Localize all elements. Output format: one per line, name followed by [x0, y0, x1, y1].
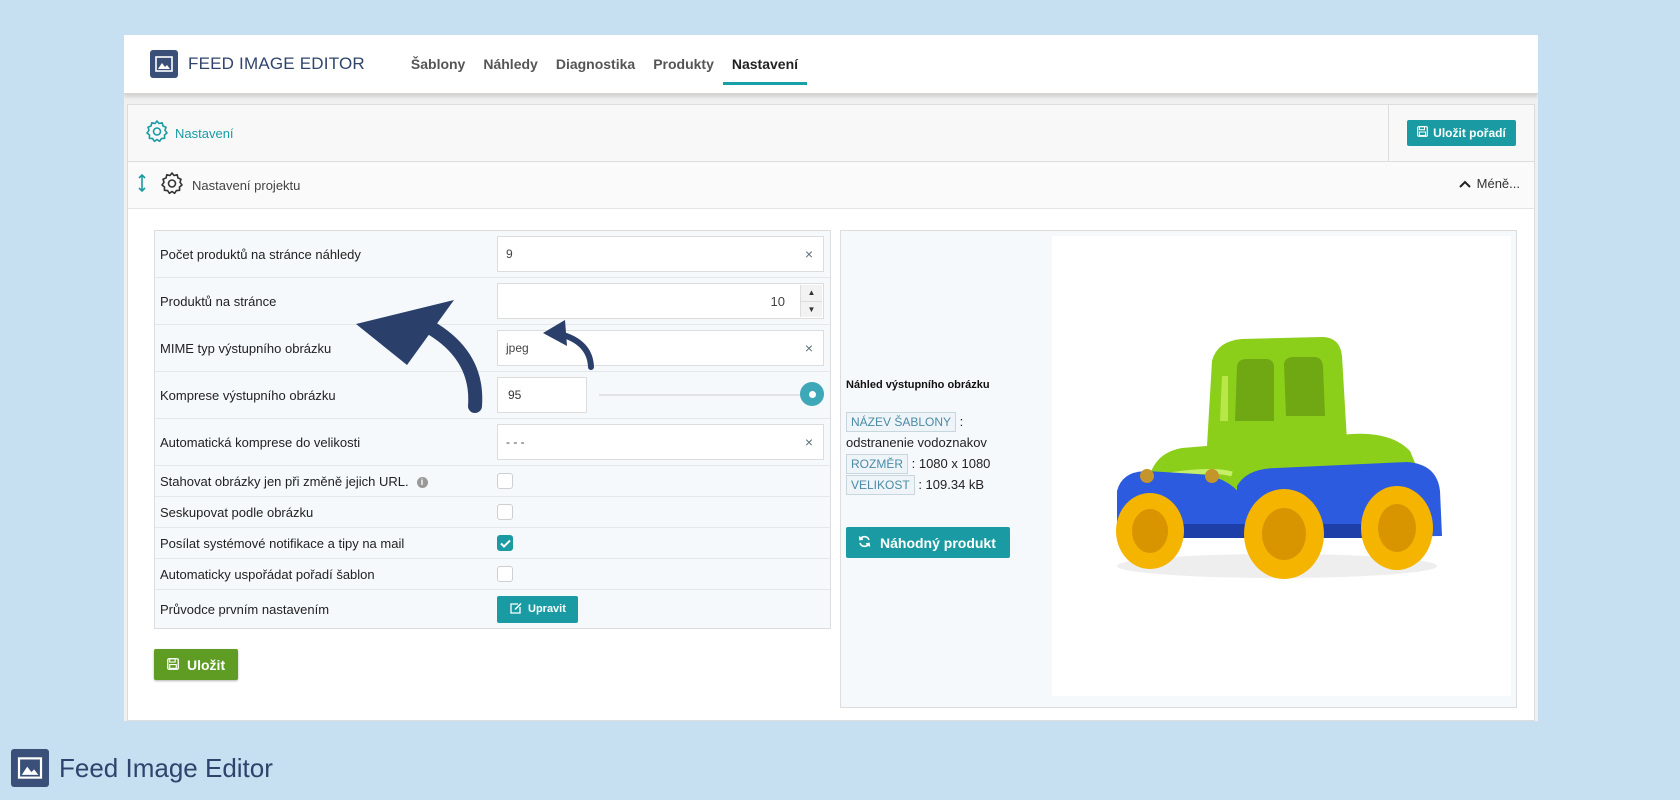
edit-icon: [509, 602, 522, 617]
size-tag: ROZMĚR: [846, 454, 908, 474]
image-icon: [150, 50, 178, 78]
form-row-products-preview: Počet produktů na stránce náhledy 9 ×: [155, 231, 830, 278]
products-preview-value: 9: [506, 247, 513, 261]
gear-icon: [145, 119, 169, 148]
compression-label: Komprese výstupního obrázku: [160, 387, 336, 403]
auto-compress-value: - - -: [506, 435, 525, 449]
gear-icon: [160, 171, 184, 200]
mime-value: jpeg: [506, 341, 529, 355]
wizard-edit-label: Upravit: [528, 603, 566, 615]
form-row-group-by-image: Seskupovat podle obrázku: [155, 497, 830, 528]
form-row-wizard: Průvodce prvním nastavením Upravit: [155, 590, 830, 628]
compression-slider[interactable]: [599, 382, 824, 406]
slider-handle[interactable]: [800, 382, 824, 406]
auto-order-checkbox[interactable]: [497, 566, 513, 582]
products-page-stepper[interactable]: 10 ▲ ▼: [497, 283, 824, 319]
tab-nastaveni[interactable]: Nastavení: [722, 35, 808, 93]
save-label: Uložit: [187, 656, 226, 673]
form-row-compression: Komprese výstupního obrázku 95: [155, 372, 830, 419]
panel-header: Nastavení Uložit pořadí: [128, 105, 1534, 162]
section-header: Nastavení projektu Méně...: [128, 162, 1534, 209]
save-order-button[interactable]: Uložit pořadí: [1407, 120, 1516, 146]
size-value: : 1080 x 1080: [911, 456, 991, 471]
stepper-controls: ▲ ▼: [800, 285, 822, 317]
save-order-label: Uložit pořadí: [1433, 126, 1506, 140]
panel-title: Nastavení: [175, 125, 234, 141]
weight-value: : 109.34 kB: [918, 477, 985, 492]
floppy-icon: [1417, 126, 1429, 140]
floppy-icon: [167, 657, 179, 673]
form-row-download-on-change: Stahovat obrázky jen při změně jejich UR…: [155, 466, 830, 497]
group-by-image-label: Seskupovat podle obrázku: [160, 504, 314, 520]
section-title: Nastavení projektu: [192, 177, 301, 193]
compression-value: 95: [508, 388, 522, 402]
collapse-toggle[interactable]: Méně...: [1458, 176, 1520, 191]
wizard-label: Průvodce prvním nastavením: [160, 601, 330, 617]
products-preview-select[interactable]: 9 ×: [497, 236, 824, 272]
clear-icon[interactable]: ×: [805, 340, 813, 356]
top-navbar: FEED IMAGE EDITOR Šablony Náhledy Diagno…: [124, 35, 1538, 94]
save-button[interactable]: Uložit: [154, 649, 239, 680]
footer-brand: Feed Image Editor: [11, 749, 273, 787]
preview-meta: NÁZEV ŠABLONY : odstranenie vodoznakov R…: [846, 411, 1026, 495]
template-value: odstranenie vodoznakov: [846, 435, 987, 450]
tab-produkty[interactable]: Produkty: [644, 35, 723, 93]
form-row-mime: MIME typ výstupního obrázku jpeg ×: [155, 325, 830, 372]
drag-handle-icon[interactable]: [138, 173, 146, 197]
footer-brand-name: Feed Image Editor: [59, 752, 273, 783]
mime-label: MIME typ výstupního obrázku: [160, 340, 332, 356]
app-window: FEED IMAGE EDITOR Šablony Náhledy Diagno…: [124, 35, 1538, 721]
tab-diagnostika[interactable]: Diagnostika: [547, 35, 644, 93]
form-row-auto-compress: Automatická komprese do velikosti - - - …: [155, 419, 830, 466]
app-title: FEED IMAGE EDITOR: [188, 54, 365, 73]
caret-up-icon[interactable]: ▲: [801, 285, 822, 302]
collapse-label: Méně...: [1476, 176, 1520, 191]
caret-down-icon[interactable]: ▼: [801, 301, 822, 317]
image-icon: [11, 749, 49, 787]
preview-image: [1052, 236, 1511, 696]
products-page-label: Produktů na stránce: [160, 293, 277, 309]
auto-order-label: Automaticky uspořádat pořadí šablon: [160, 566, 375, 582]
clear-icon[interactable]: ×: [805, 246, 813, 262]
template-tag: NÁZEV ŠABLONY: [846, 412, 957, 432]
download-on-change-label: Stahovat obrázky jen při změně jejich UR…: [160, 473, 409, 489]
wizard-edit-button[interactable]: Upravit: [497, 595, 578, 623]
form-row-products-page: Produktů na stránce 10 ▲ ▼: [155, 278, 830, 325]
preview-title: Náhled výstupního obrázku: [846, 379, 990, 391]
random-product-button[interactable]: Náhodný produkt: [846, 527, 1010, 558]
clear-icon[interactable]: ×: [805, 434, 813, 450]
products-preview-label: Počet produktů na stránce náhledy: [160, 246, 361, 262]
settings-form: Počet produktů na stránce náhledy 9 × Pr…: [154, 230, 831, 629]
info-icon[interactable]: i: [416, 476, 428, 488]
random-product-label: Náhodný produkt: [880, 534, 996, 551]
save-order-wrap: Uložit pořadí: [1388, 105, 1534, 161]
products-page-value: 10: [770, 293, 785, 309]
mime-select[interactable]: jpeg ×: [497, 330, 824, 366]
weight-tag: VELIKOST: [846, 475, 915, 495]
preview-panel: Náhled výstupního obrázku NÁZEV ŠABLONY …: [840, 230, 1517, 708]
notifications-label: Posílat systémové notifikace a tipy na m…: [160, 535, 405, 551]
app-logo[interactable]: FEED IMAGE EDITOR: [150, 50, 365, 78]
tab-sablony[interactable]: Šablony: [402, 35, 474, 93]
tab-nahledy[interactable]: Náhledy: [474, 35, 546, 93]
main-nav: Šablony Náhledy Diagnostika Produkty Nas…: [402, 35, 808, 93]
form-row-auto-order: Automaticky uspořádat pořadí šablon: [155, 559, 830, 590]
toy-car-image: [1116, 337, 1442, 579]
chevron-up-icon: [1458, 176, 1471, 191]
group-by-image-checkbox[interactable]: [497, 504, 513, 520]
refresh-icon: [858, 535, 871, 551]
form-row-notifications: Posílat systémové notifikace a tipy na m…: [155, 528, 830, 559]
compression-input[interactable]: 95: [497, 377, 587, 413]
notifications-checkbox[interactable]: [497, 535, 513, 551]
auto-compress-select[interactable]: - - - ×: [497, 424, 824, 460]
auto-compress-label: Automatická komprese do velikosti: [160, 434, 361, 450]
check-icon: [499, 539, 511, 548]
download-on-change-checkbox[interactable]: [497, 473, 513, 489]
